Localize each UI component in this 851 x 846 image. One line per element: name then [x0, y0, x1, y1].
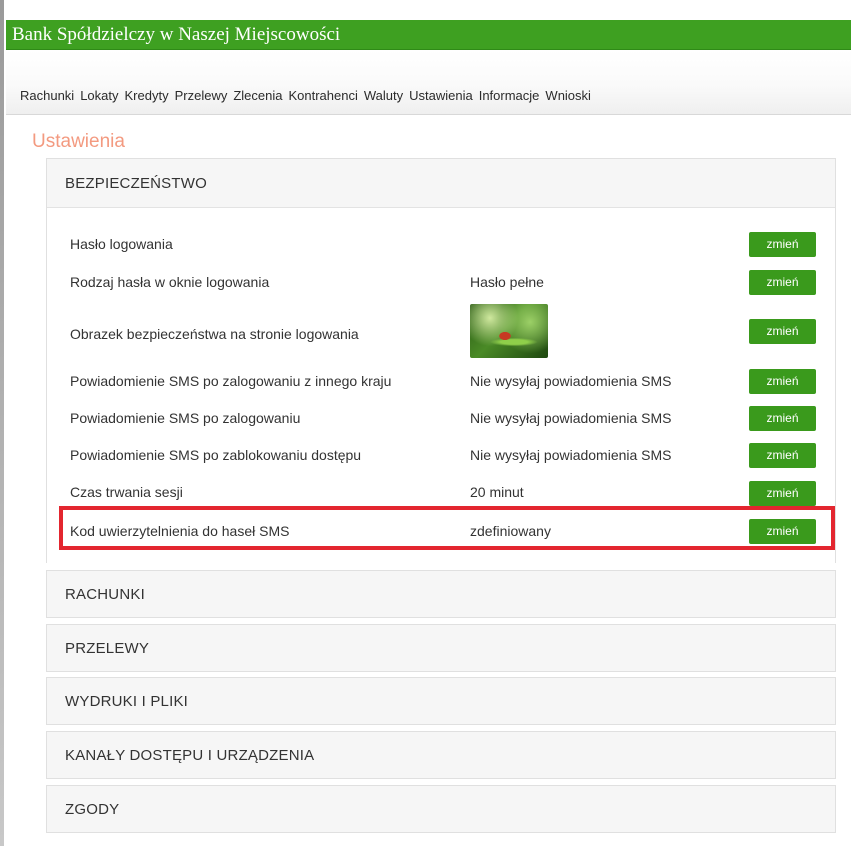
- menu-item-kredyty[interactable]: Kredyty: [125, 88, 169, 103]
- change-password-type-button[interactable]: zmień: [749, 270, 816, 295]
- setting-value-sms-login-abroad: Nie wysyłaj powiadomienia SMS: [470, 373, 672, 389]
- section-kanaly-dostepu[interactable]: KANAŁY DOSTĘPU I URZĄDZENIA: [46, 731, 836, 779]
- section-rachunki[interactable]: RACHUNKI: [46, 570, 836, 618]
- section-title-kanaly-dostepu: KANAŁY DOSTĘPU I URZĄDZENIA: [65, 747, 315, 764]
- nav-background: [6, 50, 851, 115]
- section-wydruki-i-pliki[interactable]: WYDRUKI I PLIKI: [46, 677, 836, 725]
- menu-item-rachunki[interactable]: Rachunki: [20, 88, 74, 103]
- security-image-ladybug: [470, 304, 548, 358]
- bank-header: Bank Spółdzielczy w Naszej Miejscowości: [6, 20, 851, 50]
- section-przelewy[interactable]: PRZELEWY: [46, 624, 836, 672]
- setting-label-session-duration: Czas trwania sesji: [70, 484, 183, 500]
- menu-item-informacje[interactable]: Informacje: [479, 88, 540, 103]
- change-security-image-button[interactable]: zmień: [749, 319, 816, 344]
- security-panel-title[interactable]: BEZPIECZEŃSTWO: [65, 175, 207, 192]
- setting-label-sms-login-abroad: Powiadomienie SMS po zalogowaniu z inneg…: [70, 373, 392, 389]
- menu-item-waluty[interactable]: Waluty: [364, 88, 403, 103]
- setting-value-sms-login: Nie wysyłaj powiadomienia SMS: [470, 410, 672, 426]
- section-title-zgody: ZGODY: [65, 801, 120, 818]
- section-title-wydruki-i-pliki: WYDRUKI I PLIKI: [65, 693, 189, 710]
- section-zgody[interactable]: ZGODY: [46, 785, 836, 833]
- change-sms-access-blocked-button[interactable]: zmień: [749, 443, 816, 468]
- setting-value-password-type: Hasło pełne: [470, 274, 544, 290]
- menu-item-przelewy[interactable]: Przelewy: [175, 88, 228, 103]
- window-left-edge: [0, 0, 4, 846]
- change-sms-login-button[interactable]: zmień: [749, 406, 816, 431]
- change-login-password-button[interactable]: zmień: [749, 232, 816, 257]
- main-menu: Rachunki Lokaty Kredyty Przelewy Zleceni…: [20, 88, 597, 103]
- setting-label-sms-access-blocked: Powiadomienie SMS po zablokowaniu dostęp…: [70, 447, 362, 463]
- change-session-duration-button[interactable]: zmień: [749, 481, 816, 506]
- bank-name: Bank Spółdzielczy w Naszej Miejscowości: [12, 24, 341, 45]
- menu-item-lokaty[interactable]: Lokaty: [80, 88, 118, 103]
- section-title-przelewy: PRZELEWY: [65, 640, 150, 657]
- menu-item-zlecenia[interactable]: Zlecenia: [233, 88, 282, 103]
- setting-label-sms-login: Powiadomienie SMS po zalogowaniu: [70, 410, 301, 426]
- setting-label-security-image: Obrazek bezpieczeństwa na stronie logowa…: [70, 326, 359, 342]
- page-title: Ustawienia: [32, 131, 125, 152]
- setting-label-password-type: Rodzaj hasła w oknie logowania: [70, 274, 270, 290]
- security-panel: BEZPIECZEŃSTWO Hasło logowania zmień Rod…: [46, 158, 836, 564]
- change-sms-login-abroad-button[interactable]: zmień: [749, 369, 816, 394]
- setting-value-session-duration: 20 minut: [470, 484, 524, 500]
- menu-item-kontrahenci[interactable]: Kontrahenci: [288, 88, 357, 103]
- highlight-frame: [59, 506, 835, 550]
- setting-label-login-password: Hasło logowania: [70, 236, 173, 252]
- menu-item-wnioski[interactable]: Wnioski: [545, 88, 591, 103]
- menu-item-ustawienia[interactable]: Ustawienia: [409, 88, 473, 103]
- section-title-rachunki: RACHUNKI: [65, 586, 145, 603]
- setting-value-sms-access-blocked: Nie wysyłaj powiadomienia SMS: [470, 447, 672, 463]
